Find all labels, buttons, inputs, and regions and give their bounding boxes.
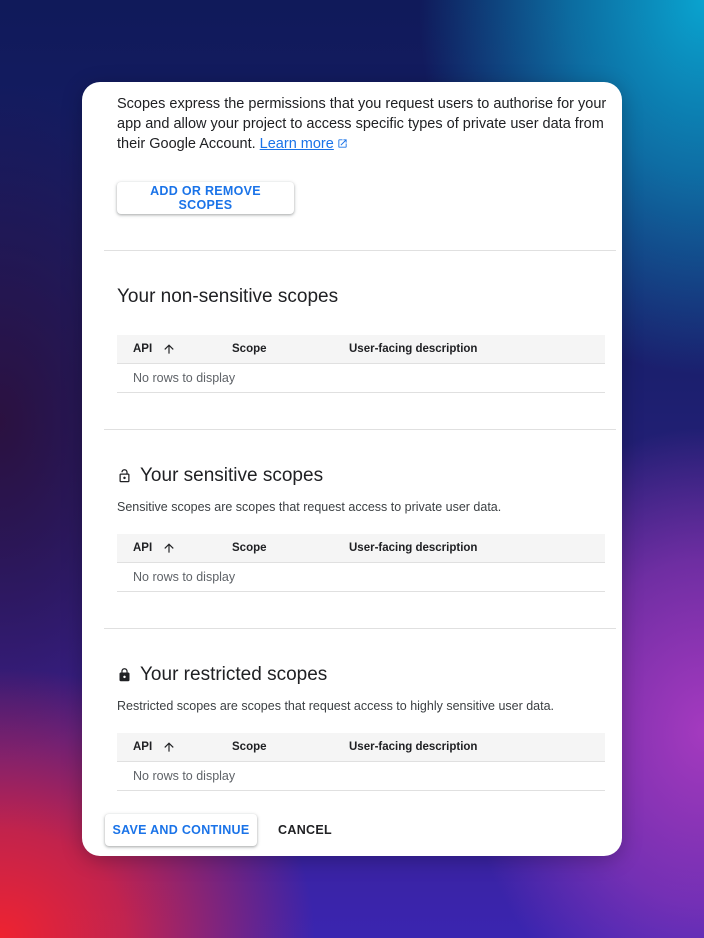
column-header-scope[interactable]: Scope xyxy=(232,335,267,363)
divider xyxy=(104,628,616,629)
restricted-table: API Scope User-facing description No row… xyxy=(117,733,605,791)
external-link-icon xyxy=(337,135,348,155)
column-header-api[interactable]: API xyxy=(133,534,176,562)
column-header-api[interactable]: API xyxy=(133,733,176,761)
lock-icon xyxy=(117,667,132,683)
empty-row: No rows to display xyxy=(117,364,605,393)
add-remove-scopes-button[interactable]: ADD OR REMOVE SCOPES xyxy=(117,182,294,214)
restricted-title: Your restricted scopes xyxy=(117,664,327,686)
arrow-up-icon xyxy=(162,541,176,555)
divider xyxy=(104,429,616,430)
arrow-up-icon xyxy=(162,342,176,356)
restricted-description: Restricted scopes are scopes that reques… xyxy=(117,699,555,713)
intro-text: Scopes express the permissions that you … xyxy=(117,96,607,152)
column-header-scope[interactable]: Scope xyxy=(232,733,267,761)
sensitive-title: Your sensitive scopes xyxy=(117,465,323,487)
table-header: API Scope User-facing description xyxy=(117,335,605,364)
non-sensitive-title: Your non-sensitive scopes xyxy=(117,286,339,307)
table-header: API Scope User-facing description xyxy=(117,733,605,762)
column-header-scope[interactable]: Scope xyxy=(232,534,267,562)
arrow-up-icon xyxy=(162,740,176,754)
cancel-button[interactable]: CANCEL xyxy=(268,814,342,846)
empty-row: No rows to display xyxy=(117,762,605,791)
table-header: API Scope User-facing description xyxy=(117,534,605,563)
learn-more-link[interactable]: Learn more xyxy=(260,136,334,152)
column-header-api[interactable]: API xyxy=(133,335,176,363)
save-and-continue-button[interactable]: SAVE AND CONTINUE xyxy=(105,814,257,846)
empty-row: No rows to display xyxy=(117,563,605,592)
scopes-card: Scopes express the permissions that you … xyxy=(82,82,622,856)
non-sensitive-table: API Scope User-facing description No row… xyxy=(117,335,605,393)
intro-paragraph: Scopes express the permissions that you … xyxy=(117,94,607,155)
column-header-description[interactable]: User-facing description xyxy=(349,534,477,562)
divider xyxy=(104,250,616,251)
lock-open-icon xyxy=(117,468,132,484)
column-header-description[interactable]: User-facing description xyxy=(349,335,477,363)
sensitive-table: API Scope User-facing description No row… xyxy=(117,534,605,592)
sensitive-description: Sensitive scopes are scopes that request… xyxy=(117,500,502,514)
column-header-description[interactable]: User-facing description xyxy=(349,733,477,761)
